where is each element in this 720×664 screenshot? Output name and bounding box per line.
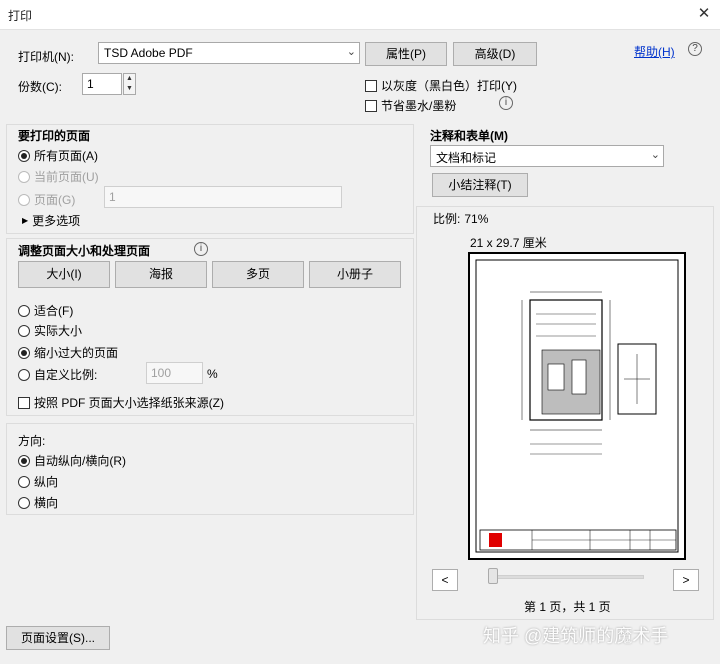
page-preview bbox=[468, 252, 686, 560]
actual-size-option[interactable]: 实际大小 bbox=[18, 322, 82, 339]
current-page-label: 当前页面(U) bbox=[34, 170, 99, 184]
landscape-option[interactable]: 横向 bbox=[18, 494, 58, 511]
pages-to-print-title: 要打印的页面 bbox=[18, 129, 91, 143]
copies-input[interactable]: 1 bbox=[82, 73, 122, 95]
annotations-select-value: 文档和标记 bbox=[436, 151, 497, 165]
next-page-button[interactable]: > bbox=[673, 569, 699, 591]
auto-orientation-label: 自动纵向/横向(R) bbox=[34, 454, 126, 468]
fit-option[interactable]: 适合(F) bbox=[18, 302, 73, 319]
scale-label: 比例: bbox=[433, 212, 461, 226]
save-ink-label: 节省墨水/墨粉 bbox=[381, 99, 457, 113]
grayscale-label: 以灰度（黑白色）打印(Y) bbox=[381, 79, 517, 93]
close-icon[interactable]: ✕ bbox=[695, 5, 713, 23]
landscape-label: 横向 bbox=[34, 496, 59, 510]
portrait-option[interactable]: 纵向 bbox=[18, 473, 58, 490]
paper-source-checkbox[interactable] bbox=[18, 396, 30, 409]
printer-label: 打印机(N): bbox=[18, 50, 74, 64]
printer-select-value: TSD Adobe PDF bbox=[104, 46, 193, 60]
portrait-label: 纵向 bbox=[34, 475, 59, 489]
pages-range-input: 1 bbox=[104, 186, 342, 208]
paper-size-label: 21 x 29.7 厘米 bbox=[470, 236, 547, 250]
drawing-preview bbox=[475, 259, 679, 553]
info-icon[interactable]: i bbox=[499, 96, 513, 110]
grayscale-option[interactable]: 以灰度（黑白色）打印(Y) bbox=[365, 77, 517, 94]
percent-sign: % bbox=[207, 367, 218, 381]
orientation-title: 方向: bbox=[18, 434, 46, 448]
tab-poster[interactable]: 海报 bbox=[115, 261, 207, 288]
info-icon[interactable]: i bbox=[194, 242, 208, 256]
paper-source-label: 按照 PDF 页面大小选择纸张来源(Z) bbox=[34, 396, 224, 410]
more-options-toggle[interactable]: ▶ 更多选项 bbox=[22, 212, 80, 229]
custom-scale-label: 自定义比例: bbox=[34, 368, 98, 382]
tab-booklet[interactable]: 小册子 bbox=[309, 261, 401, 288]
printer-select[interactable]: TSD Adobe PDF ⌄ bbox=[98, 42, 360, 64]
title-block-stamp bbox=[489, 533, 502, 547]
actual-size-radio[interactable] bbox=[18, 324, 30, 337]
page-sizing-title: 调整页面大小和处理页面 bbox=[18, 244, 151, 258]
title-bar bbox=[0, 0, 720, 30]
grayscale-checkbox[interactable] bbox=[365, 79, 377, 92]
pages-radio bbox=[18, 193, 30, 206]
portrait-radio[interactable] bbox=[18, 475, 30, 488]
help-link[interactable]: 帮助(H) bbox=[634, 43, 675, 60]
auto-orientation-option[interactable]: 自动纵向/横向(R) bbox=[18, 452, 126, 469]
tab-size[interactable]: 大小(I) bbox=[18, 261, 110, 288]
custom-scale-input: 100 bbox=[146, 362, 203, 384]
annotations-title: 注释和表单(M) bbox=[430, 129, 508, 143]
landscape-radio[interactable] bbox=[18, 496, 30, 509]
page-info: 第 1 页，共 1 页 bbox=[524, 600, 611, 614]
copies-stepper[interactable]: ▲ ▼ bbox=[123, 73, 136, 95]
save-ink-option[interactable]: 节省墨水/墨粉 bbox=[365, 97, 456, 114]
shrink-oversized-label: 缩小过大的页面 bbox=[34, 346, 119, 360]
paper-source-option[interactable]: 按照 PDF 页面大小选择纸张来源(Z) bbox=[18, 394, 224, 411]
auto-orientation-radio[interactable] bbox=[18, 454, 30, 467]
more-options-label: 更多选项 bbox=[32, 214, 81, 228]
window-title: 打印 bbox=[8, 9, 33, 23]
page-setup-button[interactable]: 页面设置(S)... bbox=[6, 626, 110, 650]
custom-scale-radio[interactable] bbox=[18, 368, 30, 381]
all-pages-option[interactable]: 所有页面(A) bbox=[18, 147, 98, 164]
page-slider-thumb[interactable] bbox=[488, 568, 498, 584]
pages-label: 页面(G) bbox=[34, 193, 76, 207]
stepper-up-icon[interactable]: ▲ bbox=[124, 74, 135, 84]
chevron-down-icon: ⌄ bbox=[650, 149, 660, 161]
watermark-text: 知乎 @建筑师的魔术手 bbox=[483, 626, 669, 646]
orientation-panel bbox=[6, 423, 414, 515]
advanced-button[interactable]: 高级(D) bbox=[453, 42, 537, 66]
properties-button[interactable]: 属性(P) bbox=[365, 42, 447, 66]
all-pages-label: 所有页面(A) bbox=[34, 149, 98, 163]
scale-readout: 比例: 71% bbox=[433, 210, 488, 227]
chevron-down-icon: ⌄ bbox=[346, 46, 356, 58]
all-pages-radio[interactable] bbox=[18, 149, 30, 162]
shrink-oversized-option[interactable]: 缩小过大的页面 bbox=[18, 344, 118, 361]
scale-value: 71% bbox=[464, 211, 489, 226]
help-icon[interactable]: ? bbox=[688, 42, 702, 56]
stepper-down-icon[interactable]: ▼ bbox=[124, 84, 135, 94]
copies-label: 份数(C): bbox=[18, 80, 62, 94]
page-slider[interactable] bbox=[488, 575, 644, 579]
tab-multiple[interactable]: 多页 bbox=[212, 261, 304, 288]
prev-page-button[interactable]: < bbox=[432, 569, 458, 591]
shrink-oversized-radio[interactable] bbox=[18, 346, 30, 359]
expand-arrow-icon[interactable]: ▶ bbox=[22, 216, 28, 225]
save-ink-checkbox[interactable] bbox=[365, 99, 377, 112]
summarize-comments-button[interactable]: 小结注释(T) bbox=[432, 173, 528, 197]
actual-size-label: 实际大小 bbox=[34, 324, 83, 338]
fit-label: 适合(F) bbox=[34, 304, 74, 318]
pages-option: 页面(G) bbox=[18, 191, 75, 208]
custom-scale-option[interactable]: 自定义比例: bbox=[18, 366, 97, 383]
fit-radio[interactable] bbox=[18, 304, 30, 317]
current-page-option: 当前页面(U) bbox=[18, 168, 99, 185]
current-page-radio bbox=[18, 170, 30, 183]
annotations-select[interactable]: 文档和标记 ⌄ bbox=[430, 145, 664, 167]
